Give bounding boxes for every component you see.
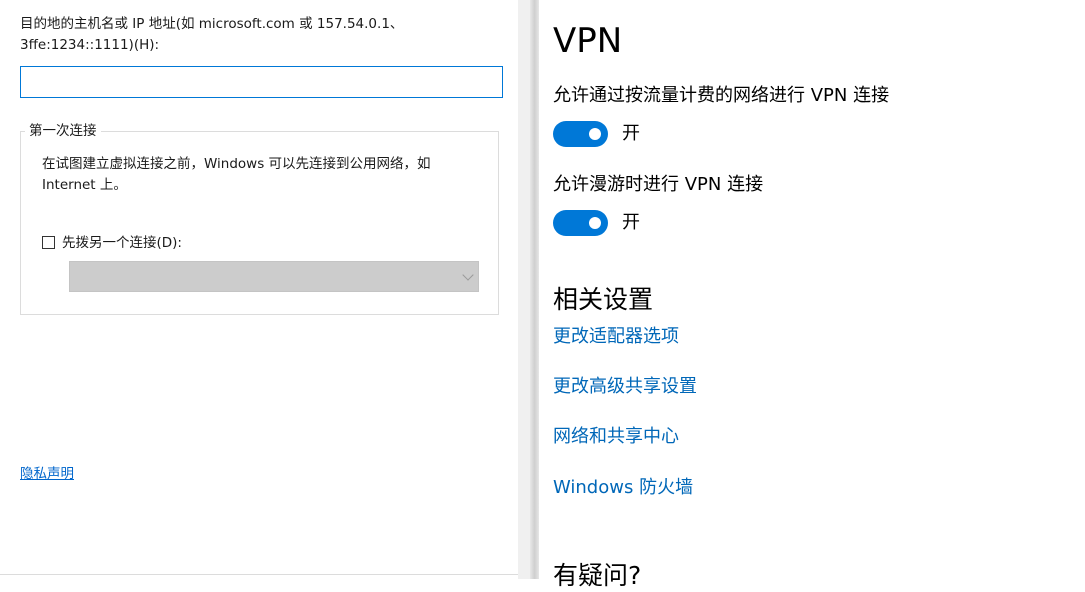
windows-firewall-link[interactable]: Windows 防火墙 [553, 476, 693, 500]
roaming-vpn-toggle[interactable] [553, 210, 608, 236]
related-settings-title: 相关设置 [553, 285, 654, 314]
destination-input[interactable] [20, 66, 503, 98]
roaming-vpn-state: 开 [622, 212, 640, 233]
first-connection-description-line1: 在试图建立虚拟连接之前，Windows 可以先连接到公用网络，如 [42, 156, 431, 172]
privacy-statement-link[interactable]: 隐私声明 [20, 465, 74, 483]
destination-label-line2: 3ffe:1234::1111)(H): [20, 37, 160, 53]
toggle-knob [589, 128, 601, 140]
chevron-down-icon [462, 269, 474, 281]
advanced-sharing-settings-link[interactable]: 更改高级共享设置 [553, 375, 697, 399]
page-title: VPN [553, 21, 623, 61]
have-a-question-title: 有疑问? [553, 561, 642, 590]
connection-select[interactable] [69, 261, 479, 292]
destination-label-line1: 目的地的主机名或 IP 地址(如 microsoft.com 或 157.54.… [20, 16, 404, 32]
first-connection-description: 在试图建立虚拟连接之前，Windows 可以先连接到公用网络，如 Interne… [42, 154, 487, 196]
network-sharing-center-link[interactable]: 网络和共享中心 [553, 425, 679, 449]
metered-vpn-label: 允许通过按流量计费的网络进行 VPN 连接 [553, 85, 890, 106]
predial-checkbox[interactable] [42, 236, 55, 249]
dialog-bottom-border [0, 574, 518, 575]
predial-label[interactable]: 先拨另一个连接(D): [62, 233, 182, 253]
destination-label: 目的地的主机名或 IP 地址(如 microsoft.com 或 157.54.… [20, 14, 490, 56]
first-connection-description-line2: Internet 上。 [42, 177, 127, 193]
metered-vpn-toggle[interactable] [553, 121, 608, 147]
first-connection-legend: 第一次连接 [25, 122, 101, 140]
toggle-knob [589, 217, 601, 229]
roaming-vpn-label: 允许漫游时进行 VPN 连接 [553, 174, 764, 195]
change-adapter-options-link[interactable]: 更改适配器选项 [553, 325, 679, 349]
dialog-scrollbar-track [518, 0, 530, 579]
metered-vpn-state: 开 [622, 123, 640, 144]
window-divider [530, 0, 539, 579]
